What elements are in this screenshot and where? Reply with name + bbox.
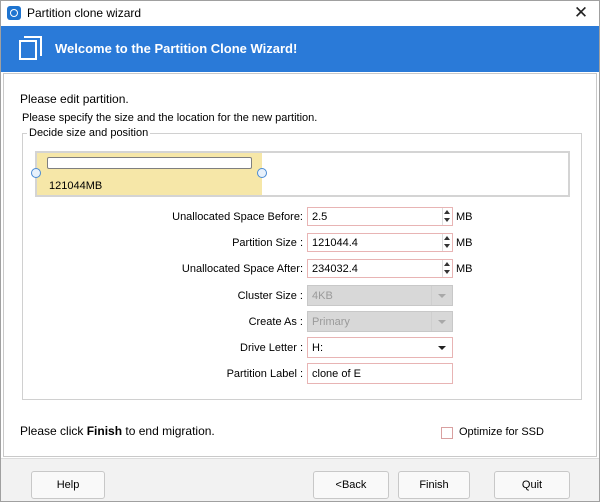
chevron-down-icon bbox=[438, 294, 446, 298]
help-button[interactable]: Help bbox=[31, 471, 105, 499]
drive-letter-value: H: bbox=[312, 342, 323, 354]
unallocated-before-value: 2.5 bbox=[312, 211, 328, 223]
banner-title: Welcome to the Partition Clone Wizard! bbox=[55, 41, 298, 56]
drive-letter-select[interactable]: H: bbox=[307, 337, 453, 358]
cluster-size-value: 4KB bbox=[312, 290, 333, 302]
spin-up-icon[interactable] bbox=[444, 236, 450, 240]
partition-size-spinner[interactable]: 121044.4 bbox=[307, 233, 453, 252]
quit-button[interactable]: Quit bbox=[494, 471, 570, 499]
partition-size-value: 121044.4 bbox=[312, 237, 358, 249]
edit-partition-heading: Please edit partition. bbox=[20, 92, 129, 106]
unallocated-after-value: 234032.4 bbox=[312, 263, 358, 275]
optimize-ssd-label[interactable]: Optimize for SSD bbox=[459, 426, 544, 438]
size-position-group: Decide size and position 121044MB Unallo… bbox=[22, 127, 582, 400]
partition-size-label: 121044MB bbox=[49, 180, 103, 192]
app-logo-icon bbox=[7, 6, 21, 20]
wizard-banner: Welcome to the Partition Clone Wizard! bbox=[1, 26, 599, 72]
wizard-window: Partition clone wizard ✕ Welcome to the … bbox=[0, 0, 600, 502]
partition-layout-bar[interactable]: 121044MB bbox=[31, 151, 570, 197]
cluster-size-select: 4KB bbox=[307, 285, 453, 306]
back-button[interactable]: <Back bbox=[313, 471, 389, 499]
spin-down-icon[interactable] bbox=[444, 218, 450, 222]
spin-up-icon[interactable] bbox=[444, 262, 450, 266]
finish-instructions: Please click Finish to end migration. bbox=[20, 424, 215, 438]
group-title: Decide size and position bbox=[27, 127, 151, 139]
unallocated-after-spinner[interactable]: 234032.4 bbox=[307, 259, 453, 278]
edit-partition-instructions: Please specify the size and the location… bbox=[22, 112, 318, 124]
cluster-size-label: Cluster Size : bbox=[237, 290, 303, 302]
resize-handle-right[interactable] bbox=[257, 168, 267, 178]
partition-size-field-label: Partition Size : bbox=[232, 237, 303, 249]
partition-size-unit: MB bbox=[456, 237, 473, 249]
spin-down-icon[interactable] bbox=[444, 270, 450, 274]
content-panel: Please edit partition. Please specify th… bbox=[3, 73, 597, 457]
unallocated-before-spinner[interactable]: 2.5 bbox=[307, 207, 453, 226]
partition-usage-bar bbox=[47, 157, 252, 169]
chevron-down-icon bbox=[438, 320, 446, 324]
unallocated-after-label: Unallocated Space After: bbox=[181, 263, 303, 275]
partition-label-label: Partition Label : bbox=[226, 368, 303, 380]
create-as-select: Primary bbox=[307, 311, 453, 332]
unallocated-before-label: Unallocated Space Before: bbox=[172, 211, 303, 223]
spin-down-icon[interactable] bbox=[444, 244, 450, 248]
clone-pages-icon bbox=[19, 36, 43, 62]
finish-button[interactable]: Finish bbox=[398, 471, 470, 499]
create-as-value: Primary bbox=[312, 316, 350, 328]
drive-letter-label: Drive Letter : bbox=[240, 342, 303, 354]
button-bar: Help <Back Finish Quit bbox=[1, 458, 599, 501]
unallocated-before-unit: MB bbox=[456, 211, 473, 223]
partition-block[interactable]: 121044MB bbox=[31, 153, 267, 195]
close-button[interactable]: ✕ bbox=[571, 3, 591, 23]
create-as-label: Create As : bbox=[248, 316, 303, 328]
spin-up-icon[interactable] bbox=[444, 210, 450, 214]
partition-label-value: clone of E bbox=[312, 368, 361, 380]
resize-handle-left[interactable] bbox=[31, 168, 41, 178]
chevron-down-icon[interactable] bbox=[438, 346, 446, 350]
optimize-ssd-checkbox[interactable] bbox=[441, 427, 453, 439]
title-bar: Partition clone wizard ✕ bbox=[1, 1, 599, 25]
window-title: Partition clone wizard bbox=[27, 6, 142, 20]
unallocated-after-unit: MB bbox=[456, 263, 473, 275]
partition-label-input[interactable]: clone of E bbox=[307, 363, 453, 384]
